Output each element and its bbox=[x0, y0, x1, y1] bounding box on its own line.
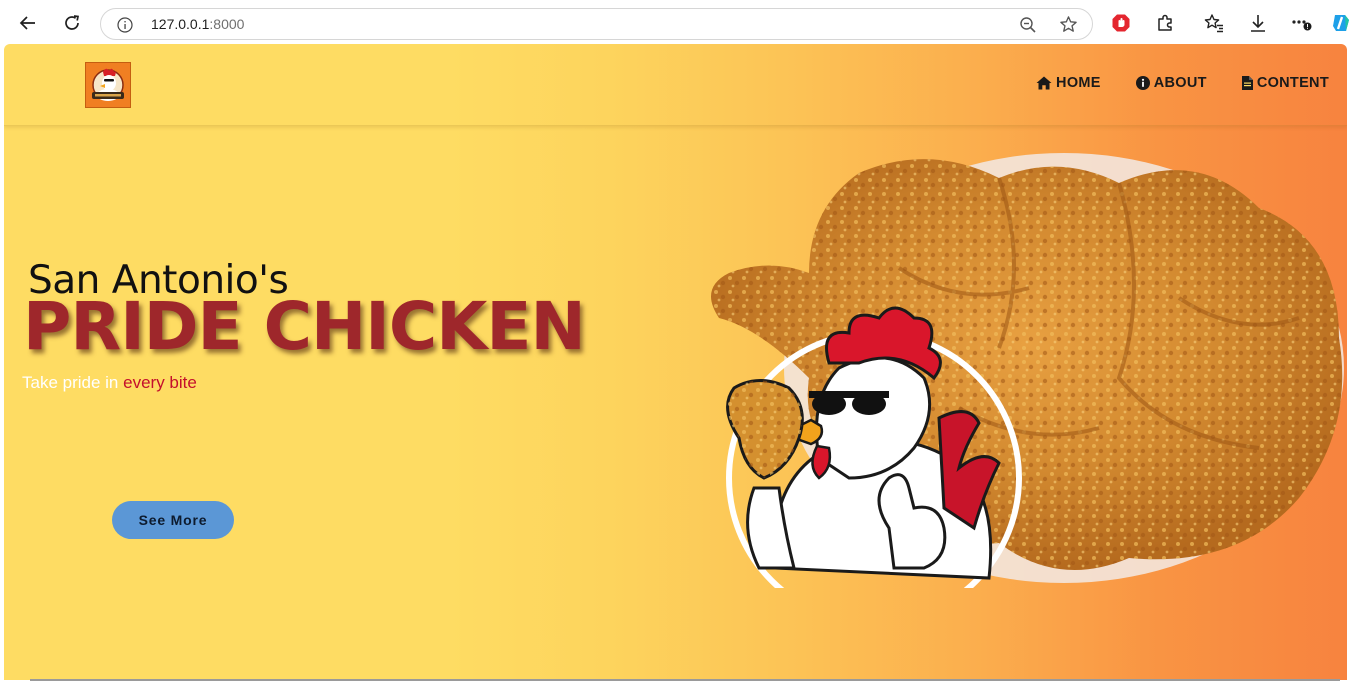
back-button[interactable] bbox=[13, 8, 43, 38]
nav-content-label: CONTENT bbox=[1256, 75, 1329, 91]
site-info-icon[interactable] bbox=[117, 17, 133, 33]
puzzle-icon bbox=[1158, 14, 1172, 31]
info-circle-icon bbox=[1135, 76, 1150, 90]
favorites-list-icon bbox=[1204, 14, 1223, 33]
nav-links: HOME ABOUT CONTENT bbox=[1036, 75, 1329, 91]
rooster-logo-icon bbox=[86, 63, 130, 107]
extensions-button[interactable] bbox=[1150, 8, 1180, 38]
site-logo[interactable] bbox=[85, 62, 131, 108]
home-icon bbox=[1036, 76, 1052, 90]
downloads-button[interactable] bbox=[1243, 8, 1273, 38]
adblock-extension-button[interactable] bbox=[1106, 8, 1136, 38]
nav-home-link[interactable]: HOME bbox=[1036, 75, 1101, 91]
hero-title: PRIDE CHICKEN bbox=[23, 288, 586, 365]
more-dots-icon bbox=[1292, 20, 1312, 31]
reload-icon bbox=[65, 15, 80, 30]
download-icon bbox=[1251, 15, 1265, 32]
fried-chicken-mascot-image bbox=[711, 153, 1344, 588]
nav-content-link[interactable]: CONTENT bbox=[1241, 75, 1329, 91]
nav-about-label: ABOUT bbox=[1153, 75, 1207, 91]
zoom-out-icon[interactable] bbox=[1019, 16, 1037, 34]
favorite-star-icon[interactable] bbox=[1059, 15, 1078, 34]
adblock-shield-icon bbox=[1112, 14, 1130, 32]
nav-home-label: HOME bbox=[1056, 75, 1101, 91]
url-text: 127.0.0.1:8000 bbox=[151, 16, 244, 32]
see-more-button[interactable]: See More bbox=[112, 501, 234, 539]
address-bar[interactable]: 127.0.0.1:8000 bbox=[100, 8, 1093, 40]
url-port: :8000 bbox=[209, 16, 245, 32]
back-arrow-icon bbox=[19, 16, 35, 30]
page-viewport: HOME ABOUT CONTENT San Antonio's PRIDE C… bbox=[4, 44, 1347, 680]
copilot-button[interactable] bbox=[1326, 8, 1349, 38]
file-icon bbox=[1241, 76, 1253, 90]
reload-button[interactable] bbox=[57, 8, 87, 38]
browser-toolbar: 127.0.0.1:8000 bbox=[0, 0, 1349, 46]
tagline-prefix: Take pride in bbox=[22, 373, 124, 392]
nav-about-link[interactable]: ABOUT bbox=[1135, 75, 1207, 91]
horizontal-scrollbar[interactable] bbox=[30, 679, 1340, 681]
settings-more-button[interactable] bbox=[1287, 8, 1317, 38]
tagline-accent: every bite bbox=[123, 373, 197, 392]
favorites-button[interactable] bbox=[1199, 8, 1229, 38]
copilot-icon bbox=[1333, 15, 1349, 31]
hero-tagline: Take pride in every bite bbox=[22, 373, 197, 393]
url-host: 127.0.0.1 bbox=[151, 16, 210, 32]
site-navbar: HOME ABOUT CONTENT bbox=[4, 44, 1347, 126]
